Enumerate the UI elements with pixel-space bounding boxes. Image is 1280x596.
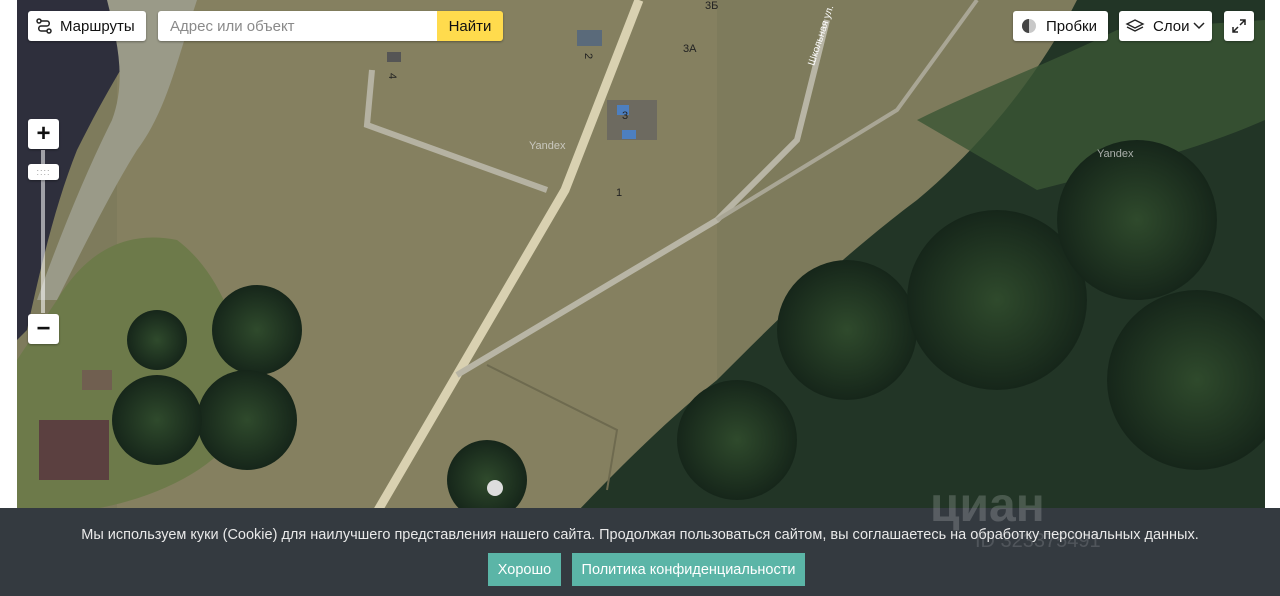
fullscreen-button[interactable] (1224, 11, 1254, 41)
zoom-in-button[interactable]: + (28, 119, 59, 149)
search-bar: Найти (158, 11, 503, 41)
cian-id-watermark: ID 323375491 (975, 530, 1101, 552)
house-number-label: 2 (582, 52, 595, 60)
house-number-label: 4 (386, 72, 399, 80)
expand-icon (1232, 19, 1246, 33)
poi-marker-icon[interactable] (487, 480, 503, 496)
cian-watermark: циан (930, 479, 1045, 532)
zoom-out-button[interactable]: − (28, 314, 59, 344)
traffic-label: Пробки (1046, 17, 1097, 35)
traffic-button[interactable]: Пробки (1013, 11, 1108, 41)
house-number-label: 3 (622, 110, 629, 122)
traffic-icon (1022, 19, 1036, 33)
satellite-map[interactable]: 3Б 3А 3 1 2 4 Школьная ул. Yandex Yandex (17, 0, 1265, 512)
satellite-imagery (17, 0, 1265, 512)
page-left-margin (0, 0, 17, 512)
accept-cookies-button[interactable]: Хорошо (488, 553, 561, 586)
layers-button[interactable]: Слои (1119, 11, 1212, 41)
chevron-down-icon (1193, 22, 1206, 30)
route-icon (36, 18, 52, 34)
search-input[interactable] (158, 11, 437, 41)
page-right-margin (1265, 0, 1280, 512)
yandex-watermark: Yandex (529, 140, 566, 152)
house-number-label: 1 (616, 187, 623, 199)
routes-label: Маршруты (60, 17, 135, 35)
layers-icon (1125, 19, 1145, 32)
privacy-policy-button[interactable]: Политика конфиденциальности (572, 553, 805, 586)
find-button[interactable]: Найти (437, 11, 503, 41)
house-number-label: 3Б (705, 0, 719, 12)
routes-button[interactable]: Маршруты (28, 11, 146, 41)
house-number-label: 3А (683, 43, 697, 55)
zoom-slider-handle[interactable]: :::: (28, 164, 59, 180)
yandex-watermark: Yandex (1097, 148, 1134, 160)
layers-label: Слои (1153, 17, 1190, 35)
